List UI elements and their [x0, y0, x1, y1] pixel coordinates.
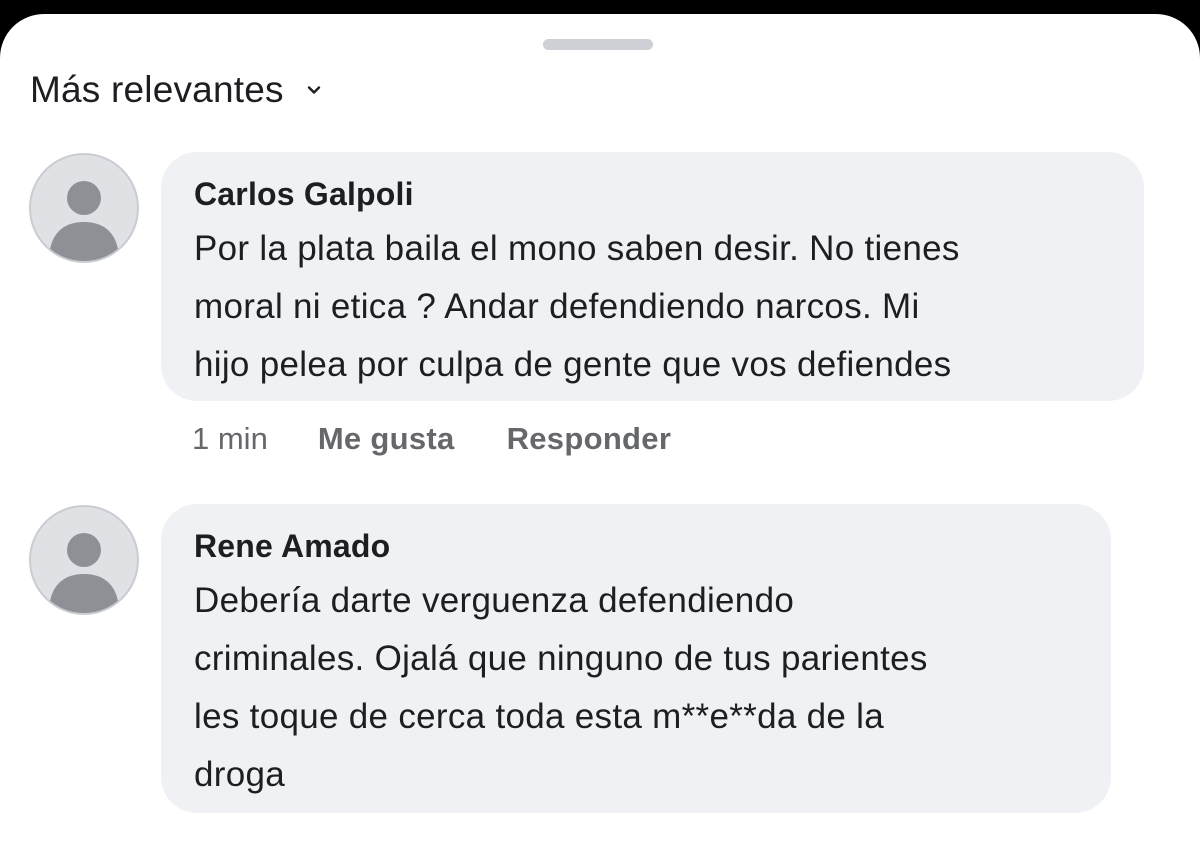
sheet-drag-handle[interactable] [543, 39, 653, 50]
comment-text-line: Por la plata baila el mono saben desir. … [194, 229, 960, 268]
comment-bubble: Carlos Galpoli Por la plata baila el mon… [161, 152, 1144, 401]
comment-text-line: les toque de cerca toda esta m**e**da de… [194, 697, 885, 736]
comment-text-line: Debería darte verguenza defendiendo [194, 581, 795, 620]
comments-sheet: Más relevantes Carlos Galpoli Por la pla… [0, 14, 1200, 868]
comment-timestamp[interactable]: 1 min [192, 421, 268, 457]
like-button[interactable]: Me gusta [318, 421, 455, 457]
comment-text: Por la plata baila el mono saben desir. … [194, 220, 1110, 394]
comment-author[interactable]: Carlos Galpoli [194, 174, 1110, 214]
sort-label: Más relevantes [30, 69, 284, 110]
comment-text-line: moral ni etica ? Andar defendiendo narco… [194, 287, 920, 326]
comment-author[interactable]: Rene Amado [194, 526, 1077, 566]
comment-text-line: droga [194, 755, 286, 794]
sort-dropdown[interactable]: Más relevantes [30, 68, 322, 112]
chevron-down-icon [306, 82, 322, 98]
comment-text-line: hijo pelea por culpa de gente que vos de… [194, 345, 952, 384]
default-profile-icon [49, 181, 119, 261]
avatar[interactable] [29, 505, 139, 615]
reply-button[interactable]: Responder [507, 421, 672, 457]
default-profile-icon [49, 533, 119, 613]
comment-text-line: criminales. Ojalá que ninguno de tus par… [194, 639, 928, 678]
comment-text: Debería darte verguenza defendiendo crim… [194, 572, 1077, 804]
comment-bubble: Rene Amado Debería darte verguenza defen… [161, 504, 1111, 813]
avatar[interactable] [29, 153, 139, 263]
comment-actions: 1 min Me gusta Responder [192, 421, 723, 457]
